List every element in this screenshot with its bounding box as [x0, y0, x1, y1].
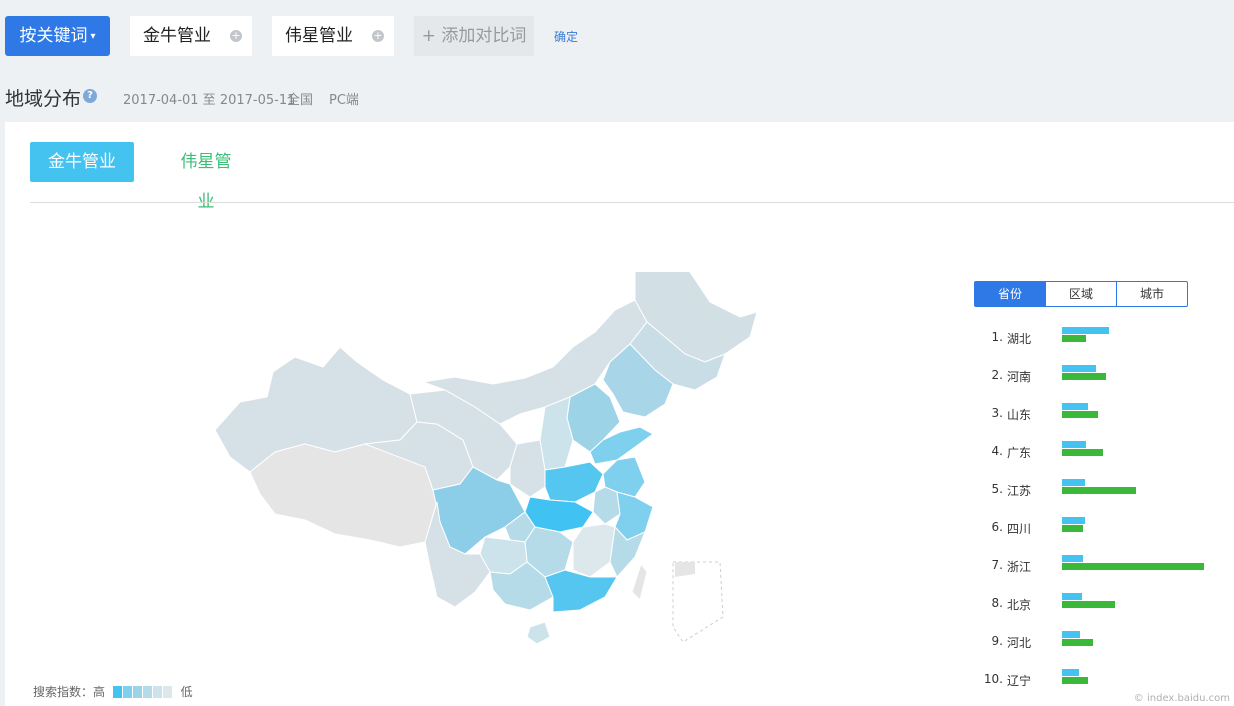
keyword-mode-label: 按关键词: [19, 26, 88, 46]
map-region-shaanxi: [509, 439, 546, 498]
ranking-row: 5. 江苏: [983, 479, 1233, 502]
bar-series-b: [1062, 373, 1106, 380]
legend-swatch: [112, 686, 122, 698]
divider: [30, 202, 1234, 203]
rank-number: 10.: [983, 672, 1003, 686]
legend-swatch: [152, 686, 162, 698]
ranking-row: 9. 河北: [983, 631, 1233, 654]
ranking-row: 6. 四川: [983, 517, 1233, 540]
rank-number: 9.: [991, 634, 1003, 648]
map-region-guangdong: [544, 569, 618, 613]
legend-label-high: 搜索指数：高: [33, 685, 106, 699]
ranking-row: 4. 广东: [983, 441, 1233, 464]
province-name: 河南: [1007, 370, 1032, 384]
tab-keyword-1[interactable]: 金牛管业: [30, 142, 134, 182]
confirm-link[interactable]: 确定: [554, 28, 578, 45]
rank-number: 4.: [991, 444, 1003, 458]
legend-swatch: [122, 686, 132, 698]
legend-swatches: [112, 685, 173, 699]
rank-number: 8.: [991, 596, 1003, 610]
province-name: 广东: [1007, 446, 1032, 460]
region-filter[interactable]: 全国: [287, 89, 313, 108]
legend-label-low: 低: [180, 685, 193, 699]
rank-number: 2.: [991, 368, 1003, 382]
bar-series-a: [1062, 669, 1079, 676]
keyword-chip-label: 金牛管业: [143, 26, 211, 46]
bar-series-b: [1062, 601, 1115, 608]
legend-swatch: [132, 686, 142, 698]
bar-series-b: [1062, 639, 1093, 646]
device-filter[interactable]: PC端: [329, 89, 359, 108]
remove-keyword-icon[interactable]: +: [230, 30, 242, 42]
keyword-chip-1[interactable]: 金牛管业 +: [130, 16, 252, 56]
map-region-hainan: [526, 621, 551, 645]
map-region-taiwan: [631, 562, 648, 601]
help-icon[interactable]: ?: [83, 89, 97, 103]
rank-number: 6.: [991, 520, 1003, 534]
scope-toggle: 省份 区域 城市: [974, 281, 1188, 307]
province-name: 辽宁: [1007, 674, 1032, 688]
province-name: 湖北: [1007, 332, 1032, 346]
bar-series-b: [1062, 411, 1098, 418]
keyword-chip-2[interactable]: 伟星管业 +: [272, 16, 394, 56]
keyword-chip-label: 伟星管业: [285, 26, 353, 46]
rank-number: 3.: [991, 406, 1003, 420]
toolbar: 按关键词 ▾ 金牛管业 + 伟星管业 + + 添加对比词 确定: [0, 0, 1234, 72]
ranking-row: 7. 浙江: [983, 555, 1233, 578]
bar-series-b: [1062, 525, 1083, 532]
province-name: 浙江: [1007, 560, 1032, 574]
date-range[interactable]: 2017-04-01 至 2017-05-11: [123, 89, 295, 108]
bar-series-b: [1062, 449, 1103, 456]
bar-series-a: [1062, 441, 1086, 448]
rank-number: 5.: [991, 482, 1003, 496]
map-region-jiangxi: [572, 523, 616, 578]
map-region-shanxi: [539, 396, 574, 471]
rank-number: 1.: [991, 330, 1003, 344]
legend-swatch: [142, 686, 152, 698]
bar-series-a: [1062, 365, 1096, 372]
ranking-row: 8. 北京: [983, 593, 1233, 616]
map-region-anhui: [592, 486, 621, 525]
bar-series-a: [1062, 403, 1088, 410]
remove-keyword-icon[interactable]: +: [372, 30, 384, 42]
bar-series-a: [1062, 327, 1109, 334]
page-title: 地域分布: [5, 88, 82, 110]
bar-series-a: [1062, 555, 1083, 562]
rank-number: 7.: [991, 558, 1003, 572]
bar-series-a: [1062, 517, 1085, 524]
bar-series-a: [1062, 593, 1082, 600]
province-name: 河北: [1007, 636, 1032, 650]
province-name: 江苏: [1007, 484, 1032, 498]
watermark: © index.baidu.com: [1133, 693, 1230, 704]
search-index-legend: 搜索指数：高 低: [33, 683, 193, 700]
province-name: 四川: [1007, 522, 1032, 536]
keyword-mode-button[interactable]: 按关键词 ▾: [5, 16, 110, 56]
bar-series-a: [1062, 631, 1080, 638]
bar-series-b: [1062, 487, 1136, 494]
province-name: 北京: [1007, 598, 1032, 612]
tab-keyword-2[interactable]: 伟星管业: [174, 142, 238, 212]
ranking-row: 2. 河南: [983, 365, 1233, 388]
ranking-row: 10. 辽宁: [983, 669, 1233, 692]
ranking-row: 1. 湖北: [983, 327, 1233, 350]
bar-series-b: [1062, 335, 1086, 342]
tab-region[interactable]: 区域: [1045, 282, 1116, 306]
tab-city[interactable]: 城市: [1116, 282, 1187, 306]
province-name: 山东: [1007, 408, 1032, 422]
bar-series-b: [1062, 677, 1088, 684]
legend-swatch: [162, 686, 172, 698]
china-map: [214, 272, 758, 645]
ranking-row: 3. 山东: [983, 403, 1233, 426]
tab-province[interactable]: 省份: [975, 282, 1045, 306]
caret-down-icon: ▾: [90, 31, 96, 42]
bar-series-b: [1062, 563, 1204, 570]
region-panel: 金牛管业 伟星管业 搜索指数：高 低 省份 区域 城市 1. 湖北 2. 河南 …: [5, 122, 1234, 706]
bar-series-a: [1062, 479, 1085, 486]
add-compare-keyword-button[interactable]: + 添加对比词: [414, 16, 534, 56]
